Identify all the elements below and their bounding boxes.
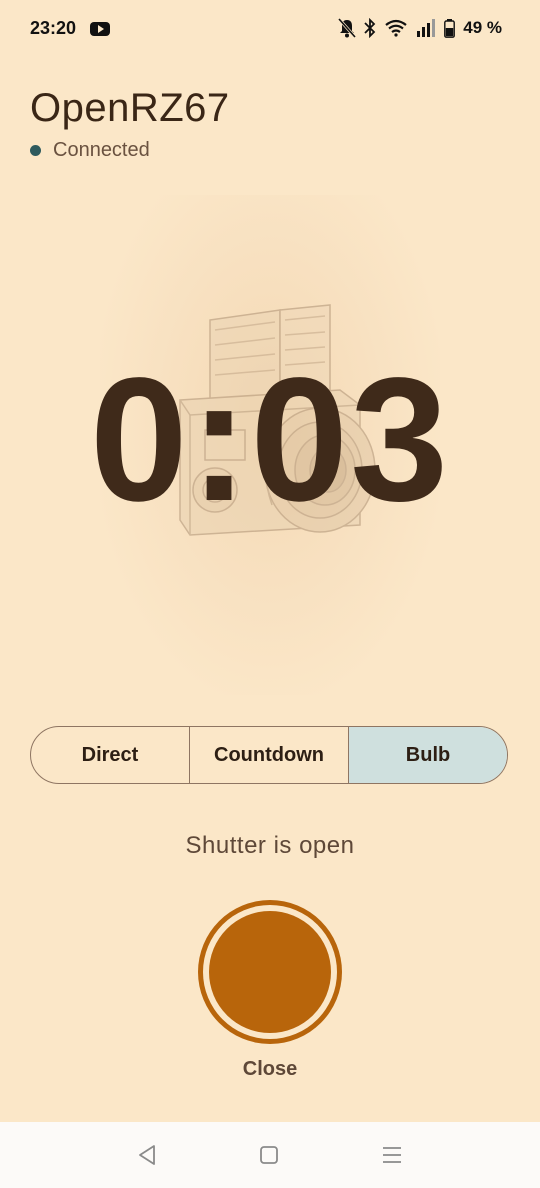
wifi-icon [384, 19, 408, 37]
system-nav-bar [0, 1122, 540, 1188]
connection-label: Connected [53, 139, 150, 161]
app-header: OpenRZ67 Connected [30, 86, 230, 162]
connection-dot-icon [30, 145, 41, 156]
app-title: OpenRZ67 [30, 86, 230, 130]
mode-bulb-button[interactable]: Bulb [349, 727, 507, 783]
shutter-button-label: Close [242, 1058, 298, 1080]
home-icon[interactable] [256, 1142, 282, 1168]
battery-icon [444, 18, 456, 38]
shutter-button-ring [203, 905, 337, 1039]
exposure-timer: 0:03 [89, 342, 451, 538]
status-icons: 49 % [338, 18, 502, 38]
mode-selector: Direct Countdown Bulb [30, 726, 508, 784]
status-bar: 23:20 49 % [0, 0, 540, 60]
shutter-status: Shutter is open [185, 832, 355, 859]
recents-icon[interactable] [379, 1142, 405, 1168]
mode-countdown-button[interactable]: Countdown [190, 727, 349, 783]
shutter-button-core [209, 911, 331, 1033]
bluetooth-icon [364, 18, 376, 38]
shutter-button[interactable] [198, 900, 342, 1044]
connection-status: Connected [30, 139, 230, 162]
bell-off-icon [338, 18, 357, 38]
signal-icon [416, 19, 436, 37]
youtube-icon [90, 22, 110, 36]
status-time: 23:20 [30, 18, 77, 38]
mode-direct-button[interactable]: Direct [31, 727, 190, 783]
battery-percent: 49 % [463, 18, 502, 37]
back-icon[interactable] [134, 1142, 160, 1168]
